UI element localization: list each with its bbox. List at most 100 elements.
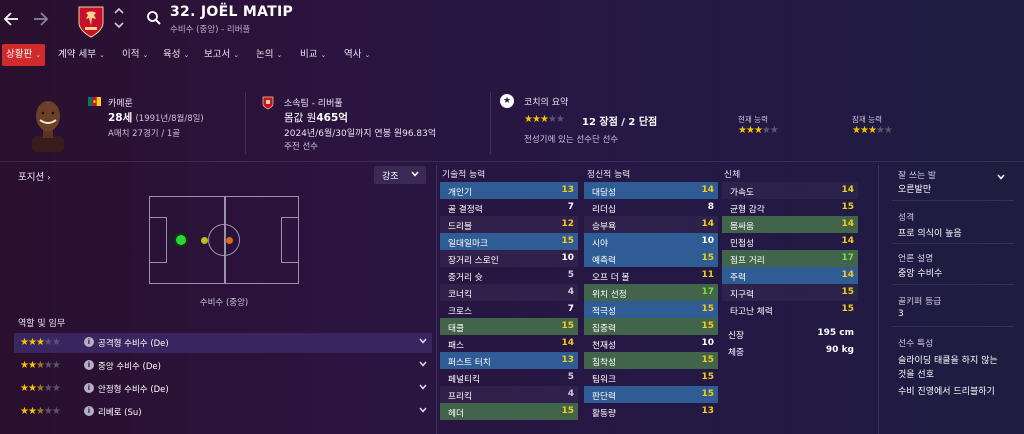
- attribute-row[interactable]: 패스 14: [440, 335, 578, 352]
- role-label: 안정형 수비수 (De): [98, 385, 169, 395]
- attribute-row[interactable]: 드리블 12: [440, 216, 578, 233]
- attribute-row[interactable]: 오프 더 볼 11: [584, 267, 718, 284]
- attribute-name: 위치 선정: [592, 290, 627, 300]
- club: 소속팀 - 리버풀: [284, 99, 343, 109]
- role-label: 리베로 (Su): [98, 408, 142, 418]
- arrow-left-icon[interactable]: [2, 8, 22, 30]
- info-icon[interactable]: i: [84, 360, 94, 370]
- attribute-name: 몸싸움: [730, 222, 754, 232]
- tab-history[interactable]: 역사 ⌄: [340, 44, 374, 66]
- chevron-down-icon[interactable]: [418, 382, 428, 394]
- attribute-name: 페널티킥: [448, 375, 480, 385]
- role-stars: ★★★★★: [20, 337, 61, 348]
- attribute-row[interactable]: 지구력 15: [722, 284, 858, 301]
- attribute-name: 균형 감각: [730, 205, 765, 215]
- squad-status: 주전 선수: [284, 142, 318, 152]
- attribute-row[interactable]: 크로스 7: [440, 301, 578, 318]
- tab-reports[interactable]: 보고서 ⌄: [200, 44, 243, 66]
- highlight-dropdown[interactable]: 강조: [374, 166, 426, 184]
- attribute-name: 골 결정력: [448, 205, 483, 215]
- attribute-row[interactable]: 몸싸움 14: [722, 216, 858, 233]
- chevron-down-icon: ⌄: [35, 51, 42, 59]
- tab-compare[interactable]: 비교 ⌄: [296, 44, 330, 66]
- role-row[interactable]: ★★★★★ i 공격형 수비수 (De): [14, 333, 432, 353]
- player-header: 32. JOËL MATIP 수비수 (중앙) - 리버풀: [0, 0, 1024, 44]
- attribute-row[interactable]: 헤더 15: [440, 403, 578, 420]
- player-switch-chevrons[interactable]: [112, 6, 126, 34]
- attribute-value: 14: [701, 219, 714, 229]
- tab-development[interactable]: 육성 ⌄: [159, 44, 193, 66]
- attribute-row[interactable]: 팀워크 15: [584, 369, 718, 386]
- personality-label: 성격: [898, 213, 915, 223]
- info-icon[interactable]: i: [84, 383, 94, 393]
- player-traits-label: 선수 특성: [898, 339, 934, 349]
- tab-bar: 상황판 ⌄ 계약 세부 ⌄ 이적 ⌄ 육성 ⌄ 보고서 ⌄ 논의 ⌄ 비교 ⌄ 역사 ⌄: [0, 44, 1024, 68]
- attribute-name: 활동량: [592, 409, 616, 419]
- attribute-row[interactable]: 코너킥 4: [440, 284, 578, 301]
- attribute-row[interactable]: 주력 14: [722, 267, 858, 284]
- chevron-right-icon: ›: [47, 173, 51, 182]
- attribute-row[interactable]: 시야 10: [584, 233, 718, 250]
- tab-transfer[interactable]: 이적 ⌄: [118, 44, 152, 66]
- position-title[interactable]: 포지션 ›: [18, 169, 50, 183]
- tab-discussion[interactable]: 논의 ⌄: [252, 44, 286, 66]
- attribute-row[interactable]: 태클 15: [440, 318, 578, 335]
- attribute-value: 10: [701, 236, 714, 246]
- search-icon[interactable]: [146, 10, 162, 26]
- attribute-row[interactable]: 위치 선정 17: [584, 284, 718, 301]
- role-label: 중앙 수비수 (De): [98, 362, 161, 372]
- chevron-down-icon[interactable]: [418, 405, 428, 417]
- mental-title: 정신적 능력: [587, 170, 631, 180]
- tab-overview[interactable]: 상황판 ⌄: [2, 44, 46, 66]
- attribute-row[interactable]: 집중력 15: [584, 318, 718, 335]
- attribute-value: 15: [841, 202, 854, 212]
- chevron-up-icon[interactable]: [112, 6, 126, 20]
- position-pitch: [149, 196, 299, 284]
- chevron-down-icon[interactable]: [112, 20, 126, 34]
- attribute-row[interactable]: 점프 거리 17: [722, 250, 858, 267]
- attribute-row[interactable]: 타고난 체력 15: [722, 301, 858, 318]
- attribute-row[interactable]: 침착성 15: [584, 352, 718, 369]
- attribute-row[interactable]: 가속도 14: [722, 182, 858, 199]
- attribute-row[interactable]: 승부욕 14: [584, 216, 718, 233]
- role-row[interactable]: ★★★★★ i 중앙 수비수 (De): [14, 356, 432, 376]
- attribute-row[interactable]: 장거리 스로인 10: [440, 250, 578, 267]
- info-icon[interactable]: i: [84, 406, 94, 416]
- attribute-name: 개인기: [448, 188, 472, 198]
- role-row[interactable]: ★★★★★ i 리베로 (Su): [14, 402, 432, 422]
- star-badge-icon: ★: [500, 94, 514, 108]
- star-icon: ★: [769, 125, 779, 136]
- attribute-name: 퍼스트 터치: [448, 358, 491, 368]
- tab-label: 이적: [122, 49, 140, 60]
- tab-label: 역사: [344, 49, 362, 60]
- attribute-row[interactable]: 리더십 8: [584, 199, 718, 216]
- attribute-row[interactable]: 페널티킥 5: [440, 369, 578, 386]
- attribute-row[interactable]: 퍼스트 터치 13: [440, 352, 578, 369]
- attribute-row[interactable]: 균형 감각 15: [722, 199, 858, 216]
- attribute-row[interactable]: 프리킥 4: [440, 386, 578, 403]
- player-name: 32. JOËL MATIP: [170, 4, 294, 20]
- attribute-row[interactable]: 활동량 13: [584, 403, 718, 420]
- potential-ability-stars: ★★★★★: [852, 125, 893, 136]
- attribute-row[interactable]: 적극성 15: [584, 301, 718, 318]
- attribute-row[interactable]: 판단력 15: [584, 386, 718, 403]
- info-icon[interactable]: i: [84, 337, 94, 347]
- goalkeeper-rating-value: 3: [898, 309, 904, 319]
- attribute-row[interactable]: 일대일마크 15: [440, 233, 578, 250]
- attribute-row[interactable]: 민첩성 14: [722, 233, 858, 250]
- attribute-row[interactable]: 개인기 13: [440, 182, 578, 199]
- chevron-down-icon[interactable]: [418, 336, 428, 348]
- attribute-value: 5: [567, 270, 574, 280]
- attribute-row[interactable]: 중거리 슛 5: [440, 267, 578, 284]
- attribute-row[interactable]: 예측력 15: [584, 250, 718, 267]
- chevron-down-icon[interactable]: [996, 172, 1006, 185]
- tab-contract[interactable]: 계약 세부 ⌄: [54, 44, 109, 66]
- attribute-row[interactable]: 골 결정력 7: [440, 199, 578, 216]
- chevron-down-icon[interactable]: [418, 359, 428, 371]
- role-row[interactable]: ★★★★★ i 안정형 수비수 (De): [14, 379, 432, 399]
- arrow-right-icon[interactable]: [30, 8, 50, 30]
- attribute-name: 헤더: [448, 409, 464, 419]
- attribute-row[interactable]: 대담성 14: [584, 182, 718, 199]
- attribute-name: 판단력: [592, 392, 616, 402]
- attribute-row[interactable]: 천재성 10: [584, 335, 718, 352]
